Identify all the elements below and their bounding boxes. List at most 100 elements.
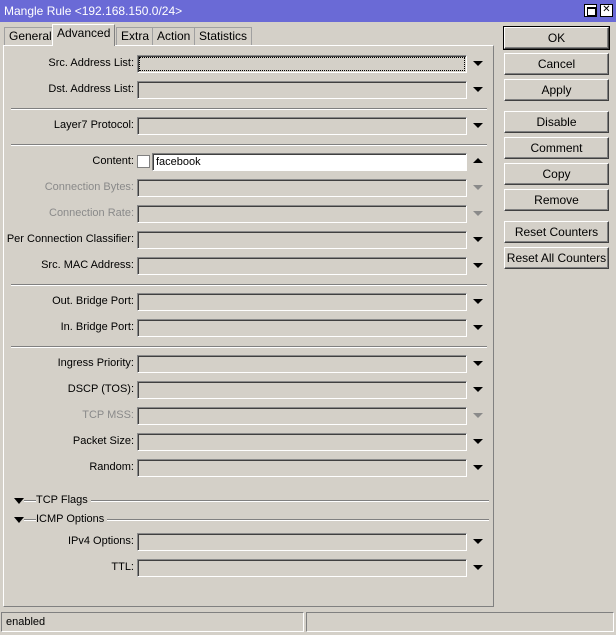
status-bar: enabled bbox=[0, 612, 616, 635]
ingress-priority-field[interactable] bbox=[137, 355, 467, 373]
content-input[interactable]: facebook bbox=[152, 153, 467, 171]
out-bridge-port-row: Out. Bridge Port: bbox=[4, 292, 495, 312]
remove-button[interactable]: Remove bbox=[504, 189, 609, 211]
chevron-down-icon bbox=[473, 211, 483, 216]
ipv4-options-row: IPv4 Options: bbox=[4, 532, 495, 552]
content-negate-checkbox[interactable] bbox=[137, 155, 150, 168]
ok-button[interactable]: OK bbox=[503, 26, 610, 50]
advanced-panel: Src. Address List: Dst. Address List: La… bbox=[3, 45, 494, 607]
status-state: enabled bbox=[1, 612, 304, 632]
status-extra bbox=[306, 612, 614, 632]
connection-rate-field bbox=[137, 205, 467, 223]
ingress-priority-row: Ingress Priority: bbox=[4, 354, 495, 374]
chevron-down-icon[interactable] bbox=[473, 237, 483, 242]
in-bridge-port-field[interactable] bbox=[137, 319, 467, 337]
src-mac-address-row: Src. MAC Address: bbox=[4, 256, 495, 276]
connection-bytes-field bbox=[137, 179, 467, 197]
apply-button[interactable]: Apply bbox=[504, 79, 609, 101]
chevron-down-icon[interactable] bbox=[473, 565, 483, 570]
chevron-down-icon[interactable] bbox=[473, 539, 483, 544]
comment-button[interactable]: Comment bbox=[504, 137, 609, 159]
title-bar[interactable]: Mangle Rule <192.168.150.0/24> ✕ bbox=[0, 0, 616, 22]
dscp-tos-field[interactable] bbox=[137, 381, 467, 399]
src-mac-address-field[interactable] bbox=[137, 257, 467, 275]
divider bbox=[11, 108, 487, 110]
src-address-list-field[interactable] bbox=[137, 55, 467, 73]
chevron-down-icon[interactable] bbox=[473, 263, 483, 268]
ttl-label: TTL: bbox=[111, 561, 134, 573]
ingress-priority-label: Ingress Priority: bbox=[57, 357, 134, 369]
reset-all-counters-button[interactable]: Reset All Counters bbox=[504, 247, 609, 269]
packet-size-field[interactable] bbox=[137, 433, 467, 451]
in-bridge-port-label: In. Bridge Port: bbox=[60, 321, 134, 333]
maximize-icon[interactable] bbox=[584, 4, 597, 17]
chevron-down-icon[interactable] bbox=[473, 61, 483, 66]
tcp-flags-section[interactable]: TCP Flags bbox=[10, 494, 489, 508]
tab-general[interactable]: General bbox=[4, 27, 57, 46]
per-connection-classifier-label: Per Connection Classifier: bbox=[6, 233, 134, 245]
tcp-mss-label: TCP MSS: bbox=[82, 409, 134, 421]
layer7-protocol-label: Layer7 Protocol: bbox=[53, 119, 134, 131]
per-connection-classifier-row: Per Connection Classifier: bbox=[4, 230, 495, 250]
expand-triangle-icon[interactable] bbox=[14, 517, 24, 523]
dst-address-list-field[interactable] bbox=[137, 81, 467, 99]
connection-rate-row: Connection Rate: bbox=[4, 204, 495, 224]
connection-bytes-row: Connection Bytes: bbox=[4, 178, 495, 198]
close-icon[interactable]: ✕ bbox=[600, 4, 613, 17]
tcp-mss-row: TCP MSS: bbox=[4, 406, 495, 426]
copy-button[interactable]: Copy bbox=[504, 163, 609, 185]
ipv4-options-field[interactable] bbox=[137, 533, 467, 551]
connection-bytes-label: Connection Bytes: bbox=[44, 181, 134, 193]
random-field[interactable] bbox=[137, 459, 467, 477]
packet-size-label: Packet Size: bbox=[72, 435, 134, 447]
out-bridge-port-field[interactable] bbox=[137, 293, 467, 311]
chevron-down-icon[interactable] bbox=[473, 87, 483, 92]
chevron-down-icon[interactable] bbox=[473, 439, 483, 444]
connection-rate-label: Connection Rate: bbox=[49, 207, 134, 219]
disable-button[interactable]: Disable bbox=[504, 111, 609, 133]
mangle-rule-window: Mangle Rule <192.168.150.0/24> ✕ General… bbox=[0, 0, 616, 635]
tab-statistics[interactable]: Statistics bbox=[194, 27, 253, 46]
ttl-row: TTL: bbox=[4, 558, 495, 578]
icmp-options-label: ICMP Options bbox=[36, 513, 108, 525]
chevron-down-icon[interactable] bbox=[473, 387, 483, 392]
tcp-flags-label: TCP Flags bbox=[36, 494, 91, 506]
random-label: Random: bbox=[89, 461, 134, 473]
window-title: Mangle Rule <192.168.150.0/24> bbox=[4, 4, 183, 18]
icmp-options-section[interactable]: ICMP Options bbox=[10, 513, 489, 527]
chevron-down-icon[interactable] bbox=[473, 361, 483, 366]
chevron-down-icon[interactable] bbox=[473, 299, 483, 304]
tab-action[interactable]: Action bbox=[152, 27, 196, 46]
ipv4-options-label: IPv4 Options: bbox=[67, 535, 134, 547]
divider bbox=[11, 284, 487, 286]
chevron-down-icon[interactable] bbox=[473, 123, 483, 128]
out-bridge-port-label: Out. Bridge Port: bbox=[52, 295, 134, 307]
dscp-tos-row: DSCP (TOS): bbox=[4, 380, 495, 400]
src-mac-address-label: Src. MAC Address: bbox=[41, 259, 134, 271]
cancel-button[interactable]: Cancel bbox=[504, 53, 609, 75]
packet-size-row: Packet Size: bbox=[4, 432, 495, 452]
dst-address-list-label: Dst. Address List: bbox=[48, 83, 134, 95]
tab-advanced[interactable]: Advanced bbox=[52, 24, 116, 46]
expand-triangle-icon[interactable] bbox=[14, 498, 24, 504]
src-address-list-row: Src. Address List: bbox=[4, 54, 495, 74]
dscp-tos-label: DSCP (TOS): bbox=[67, 383, 134, 395]
tcp-mss-field bbox=[137, 407, 467, 425]
tab-extra[interactable]: Extra bbox=[116, 27, 155, 46]
chevron-down-icon[interactable] bbox=[473, 325, 483, 330]
divider bbox=[11, 346, 487, 348]
chevron-up-icon[interactable] bbox=[473, 158, 483, 163]
layer7-protocol-field[interactable] bbox=[137, 117, 467, 135]
dst-address-list-row: Dst. Address List: bbox=[4, 80, 495, 100]
content-label: Content: bbox=[92, 155, 134, 167]
chevron-down-icon bbox=[473, 413, 483, 418]
random-row: Random: bbox=[4, 458, 495, 478]
reset-counters-button[interactable]: Reset Counters bbox=[504, 221, 609, 243]
src-address-list-label: Src. Address List: bbox=[48, 57, 134, 69]
per-connection-classifier-field[interactable] bbox=[137, 231, 467, 249]
ttl-field[interactable] bbox=[137, 559, 467, 577]
content-row: Content: facebook bbox=[4, 152, 495, 172]
chevron-down-icon[interactable] bbox=[473, 465, 483, 470]
layer7-protocol-row: Layer7 Protocol: bbox=[4, 116, 495, 136]
section-divider bbox=[24, 500, 489, 502]
